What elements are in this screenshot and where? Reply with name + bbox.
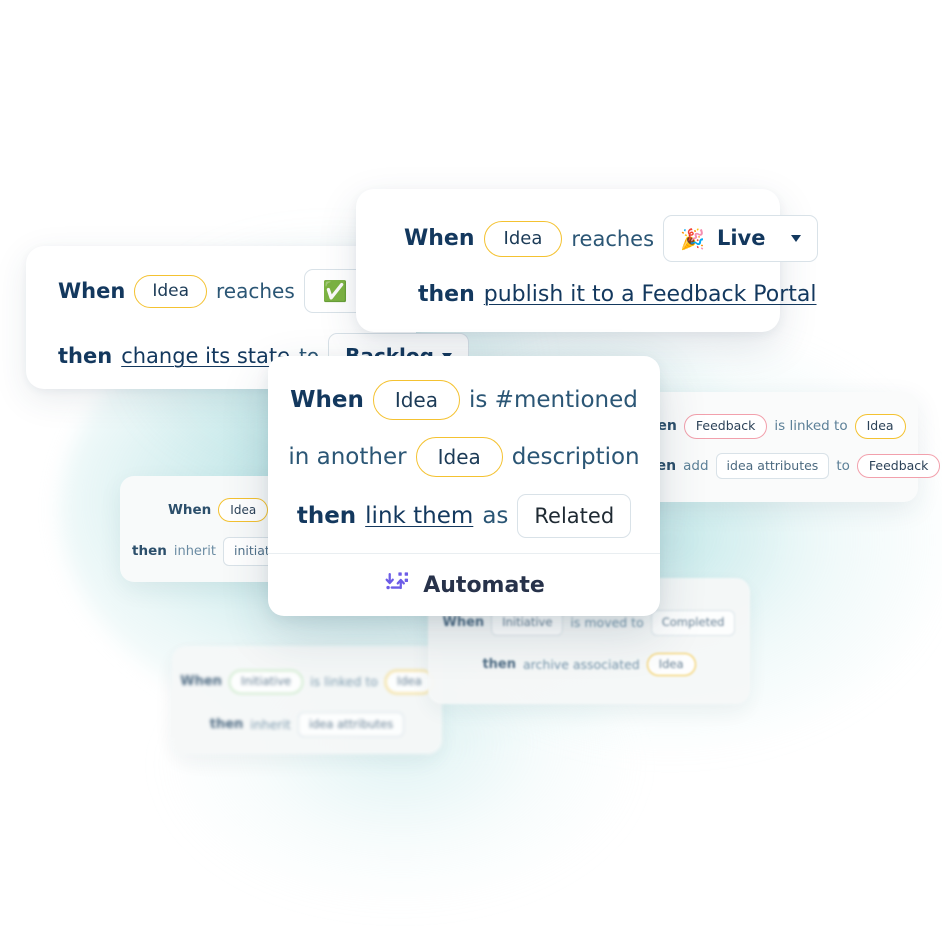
entity-pill-idea[interactable]: Idea — [646, 652, 696, 676]
automation-rules-illustration: When Initiative is linked to Idea then i… — [0, 0, 942, 942]
when-label: When — [404, 226, 475, 251]
rule-card-initiative-linked[interactable]: When Initiative is linked to Idea then i… — [172, 646, 442, 754]
entity-pill-initiative[interactable]: Initiative — [228, 670, 304, 694]
automation-flow-icon — [383, 570, 409, 600]
entity-pill-idea[interactable]: Idea — [218, 498, 269, 522]
then-label: then — [58, 344, 113, 368]
condition-verb: reaches — [571, 226, 655, 251]
condition-verb: is linked to — [774, 418, 848, 435]
rule-card-body: When Idea is #mentioned in another Idea … — [268, 356, 660, 553]
condition-verb: reaches — [216, 279, 295, 303]
entity-pill-idea[interactable]: Idea — [854, 414, 906, 439]
attributes-value-box[interactable]: idea attributes — [297, 711, 405, 737]
rule-action-row: then link them as Related — [296, 494, 632, 538]
entity-pill-idea[interactable]: Idea — [372, 380, 460, 420]
when-label: When — [290, 387, 364, 413]
entity-pill-idea[interactable]: Idea — [384, 670, 434, 694]
entity-pill-idea[interactable]: Idea — [483, 220, 563, 257]
as-label: as — [482, 503, 509, 529]
when-label: When — [442, 615, 485, 631]
white-check-mark-icon: ✅ — [322, 279, 348, 303]
rule-condition-row-1: When Idea is #mentioned — [290, 380, 638, 420]
preposition-label: to — [836, 457, 850, 474]
party-popper-icon: 🎉 — [680, 226, 705, 251]
action-label: archive associated — [523, 656, 640, 672]
then-label: then — [209, 716, 244, 732]
when-label: When — [180, 674, 222, 690]
condition-prefix: in another — [288, 444, 407, 470]
rule-card-idea-mentioned[interactable]: When Idea is #mentioned in another Idea … — [268, 356, 660, 616]
rule-condition-row: When Idea reaches 🎉 Live — [356, 215, 819, 262]
automate-button[interactable]: Automate — [268, 554, 660, 616]
attributes-value-box[interactable]: idea attributes — [715, 452, 830, 479]
entity-pill-feedback[interactable]: Feedback — [683, 414, 768, 439]
rule-condition-row: When Initiative is linked to Idea — [172, 670, 442, 694]
action-label: add — [683, 457, 709, 474]
action-label: inherit — [173, 543, 216, 559]
state-value-box[interactable]: Completed — [650, 610, 736, 636]
rule-action-row: then inherit idea attributes — [172, 711, 442, 737]
state-value-label: Live — [716, 226, 766, 250]
entity-pill-idea[interactable]: Idea — [134, 274, 207, 308]
then-label: then — [482, 656, 516, 672]
rule-action-row: then archive associated Idea — [428, 652, 750, 676]
when-label: When — [58, 279, 126, 303]
action-label: inherit — [250, 716, 291, 732]
rule-action-row: then publish it to a Feedback Portal — [356, 282, 817, 307]
condition-verb: is moved to — [570, 615, 644, 631]
chevron-down-icon — [791, 235, 802, 242]
entity-pill-idea-2[interactable]: Idea — [415, 437, 503, 477]
action-link-publish[interactable]: publish it to a Feedback Portal — [484, 282, 817, 307]
state-select-live[interactable]: 🎉 Live — [663, 215, 819, 262]
automate-label: Automate — [423, 572, 545, 598]
rule-card-idea-live[interactable]: When Idea reaches 🎉 Live then publish it… — [356, 189, 819, 332]
then-label: then — [132, 543, 167, 560]
condition-verb: is #mentioned — [468, 387, 638, 413]
condition-verb: is linked to — [310, 674, 378, 690]
then-label: then — [296, 503, 357, 529]
when-label: When — [168, 502, 212, 518]
action-link-link-them[interactable]: link them — [365, 503, 473, 529]
condition-suffix: description — [511, 444, 640, 470]
relation-select-related[interactable]: Related — [517, 494, 632, 538]
entity-pill-feedback-target[interactable]: Feedback — [856, 453, 941, 478]
rule-condition-row-2: in another Idea description — [288, 437, 640, 477]
then-label: then — [418, 282, 475, 307]
action-link-change-state[interactable]: change its state — [121, 344, 290, 368]
